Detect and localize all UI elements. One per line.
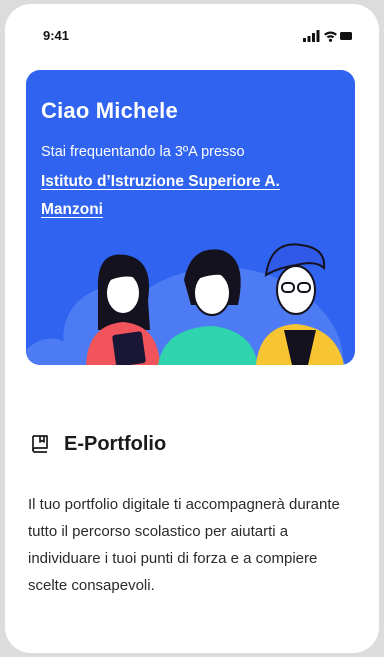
- status-time: 9:41: [43, 28, 70, 43]
- school-link[interactable]: Istituto d’Istruzione Superiore A. Manzo…: [41, 168, 341, 224]
- welcome-card: Ciao Michele Stai frequentando la 3ºA pr…: [26, 70, 355, 365]
- class-info-text: Stai frequentando la 3ºA presso: [41, 144, 245, 160]
- section-description: Il tuo portfolio digitale ti accompagner…: [28, 496, 340, 594]
- signal-icon: [303, 30, 320, 42]
- phone-screen: 9:41 Ciao Michele Stai frequentando la 3…: [5, 4, 379, 653]
- status-bar: 9:41: [5, 4, 379, 60]
- greeting-title: Ciao Michele: [41, 98, 178, 123]
- section-title: E-Portfolio: [64, 432, 167, 455]
- battery-icon: [340, 32, 352, 40]
- wifi-icon: [324, 31, 337, 42]
- book-bookmark-icon: [32, 435, 48, 453]
- status-icons: [303, 29, 353, 47]
- students-illustration: [26, 243, 347, 365]
- section-header: E-Portfolio: [28, 432, 166, 456]
